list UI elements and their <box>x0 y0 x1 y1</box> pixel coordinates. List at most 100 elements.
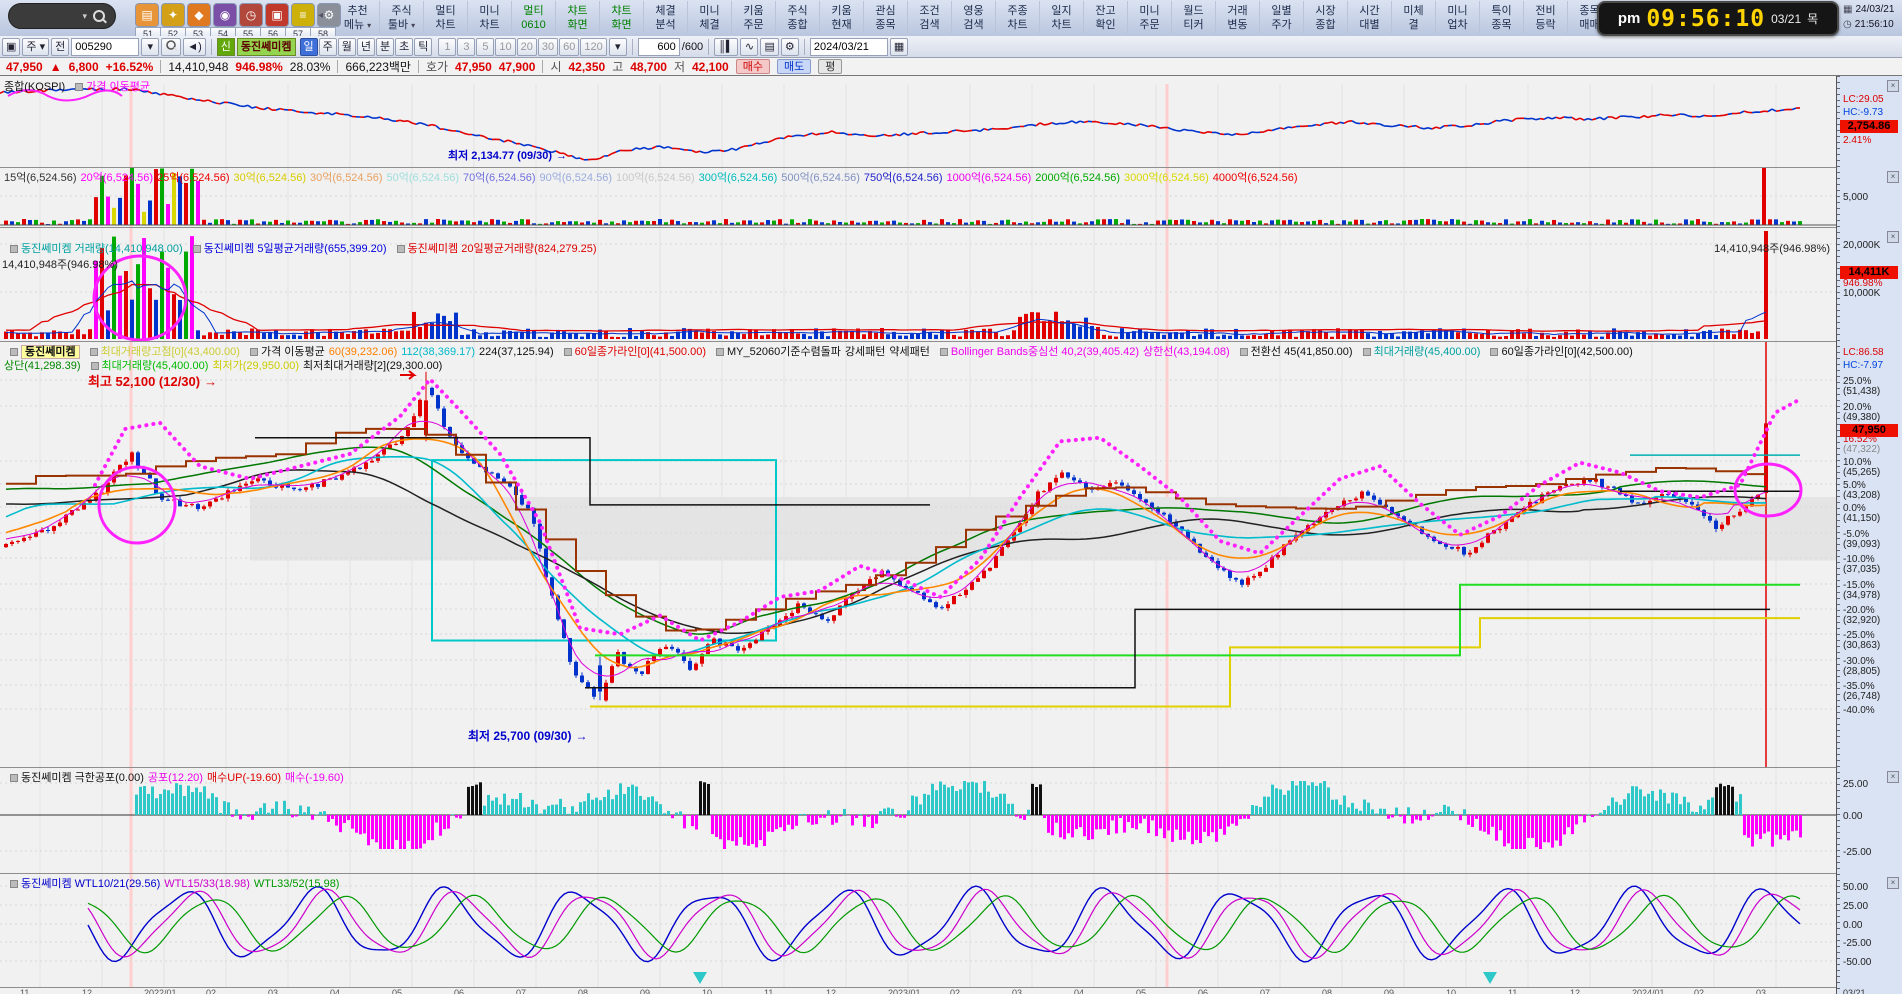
panel-close-icon[interactable]: × <box>1887 771 1899 783</box>
save-icon[interactable]: ▤ <box>135 3 159 27</box>
minute-dropdown-button[interactable]: ▾ <box>609 38 627 56</box>
speaker-button[interactable]: ◄) <box>183 38 206 56</box>
axis-label: 25.00 <box>1843 901 1868 912</box>
symbol-search-box[interactable]: ▾ <box>8 3 116 29</box>
menu-item-체결분석[interactable]: 체결 분석 <box>644 1 688 34</box>
chart-date-input[interactable] <box>810 38 888 56</box>
price-axis-gutter[interactable]: LC:29.05 HC:-9.73 2,754.86 2.41% LC:86.5… <box>1836 76 1902 994</box>
menu-item-추천메뉴[interactable]: 추천 메뉴 ▾ <box>336 1 380 34</box>
menu-item-키움현재[interactable]: 키움 현재 <box>820 1 864 34</box>
buy-button[interactable]: 매수 <box>736 59 770 74</box>
legend-item: 70억(6,524.56) <box>463 172 536 184</box>
camera-icon[interactable]: ◉ <box>213 3 237 27</box>
menu-item-미니체결[interactable]: 미니 체결 <box>688 1 732 34</box>
candle-style-button[interactable]: ║▍ <box>714 38 738 56</box>
period-button-분[interactable]: 분 <box>376 38 394 56</box>
menu-item-시간대별[interactable]: 시간 대별 <box>1348 1 1392 34</box>
save-chart-button[interactable]: ▤ <box>760 38 778 56</box>
panel-divider[interactable] <box>0 227 1902 228</box>
menu-item-챠트화면[interactable]: 챠트 화면 <box>600 1 644 34</box>
menu-item-거래변동[interactable]: 거래 변동 <box>1216 1 1260 34</box>
bar-count-input[interactable] <box>638 38 680 56</box>
menu-item-미니주문[interactable]: 미니 주문 <box>1128 1 1172 34</box>
menu-item-일별주가[interactable]: 일별 주가 <box>1260 1 1304 34</box>
panel-close-icon[interactable]: × <box>1887 171 1899 183</box>
menu-item-조건검색[interactable]: 조건 검색 <box>908 1 952 34</box>
code-search-button[interactable] <box>161 38 181 56</box>
clock-icon[interactable]: ◷ <box>239 3 263 27</box>
panel-divider[interactable] <box>0 873 1902 874</box>
monitor-icon[interactable]: ▣ <box>265 3 289 27</box>
date-calendar-button[interactable]: ▦ <box>890 38 908 56</box>
code-dropdown-button[interactable]: ▾ <box>141 38 159 56</box>
menu-item-주종차트[interactable]: 주종 차트 <box>996 1 1040 34</box>
menu-item-멀티0610[interactable]: 멀티 0610 <box>512 1 556 34</box>
menu-item-관심종목[interactable]: 관심 종목 <box>864 1 908 34</box>
key-icon[interactable]: ✦ <box>161 3 185 27</box>
calendar-icon: ▦ <box>1843 4 1852 15</box>
date-label: 11 <box>20 988 29 994</box>
panel-divider[interactable] <box>0 767 1902 768</box>
chevron-down-icon[interactable]: ▾ <box>82 11 87 22</box>
mode-combo[interactable]: 주 ▾ <box>22 38 49 56</box>
menu-item-일지차트[interactable]: 일지 차트 <box>1040 1 1084 34</box>
panel-divider[interactable] <box>0 341 1902 342</box>
axis-label: (43,208) <box>1843 490 1880 501</box>
minute-button-30[interactable]: 30 <box>538 38 558 56</box>
menu-item-멀티차트[interactable]: 멀티 차트 <box>424 1 468 34</box>
collapse-arrow-icon[interactable]: ◂ <box>318 10 323 21</box>
minute-button-3[interactable]: 3 <box>457 38 475 56</box>
menu-item-챠트화면[interactable]: 챠트 화면 <box>556 1 600 34</box>
date-axis: 11122022/0102030405060708091011122023/01… <box>0 987 1836 994</box>
prev-stock-button[interactable]: 전 <box>51 38 69 56</box>
minute-button-60[interactable]: 60 <box>559 38 579 56</box>
window-button[interactable]: ▣ <box>2 38 20 56</box>
date-label: 2024/01 <box>1632 988 1665 994</box>
menu-item-미니차트[interactable]: 미니 차트 <box>468 1 512 34</box>
menu-item-주식툴바[interactable]: 주식 툴바 ▾ <box>380 1 424 34</box>
time-value: 21:56:10 <box>1855 19 1894 30</box>
panel-divider[interactable] <box>0 167 1902 168</box>
avg-button[interactable]: 평 <box>818 59 842 74</box>
menu-item-월드티커[interactable]: 월드 티커 <box>1172 1 1216 34</box>
menu-item-주식종합[interactable]: 주식 종합 <box>776 1 820 34</box>
period-button-일[interactable]: 일 <box>300 38 318 56</box>
menu-item-영웅검색[interactable]: 영웅 검색 <box>952 1 996 34</box>
panel-close-icon[interactable]: × <box>1887 80 1899 92</box>
menu-item-시장종합[interactable]: 시장 종합 <box>1304 1 1348 34</box>
chart-settings-button[interactable]: ⚙ <box>781 38 799 56</box>
minute-button-10[interactable]: 10 <box>495 38 515 56</box>
search-icon[interactable] <box>93 10 105 22</box>
clock-widget[interactable]: pm 09:56:10 03/21 목 <box>1597 1 1839 36</box>
legend-marker <box>90 348 98 356</box>
period-button-틱[interactable]: 틱 <box>414 38 432 56</box>
menu-item-잔고확인[interactable]: 잔고 확인 <box>1084 1 1128 34</box>
legend-item: 15억(6,524.56) <box>4 172 77 184</box>
panel-close-icon[interactable]: × <box>1887 877 1899 889</box>
line-style-button[interactable]: ∿ <box>740 38 758 56</box>
minute-button-1[interactable]: 1 <box>438 38 456 56</box>
menu-item-미니업차[interactable]: 미니 업차 <box>1436 1 1480 34</box>
legend-item: 동진쎄미켐 5일평균거래량(655,399.20) <box>204 243 387 255</box>
period-button-초[interactable]: 초 <box>395 38 413 56</box>
menu-item-키움주문[interactable]: 키움 주문 <box>732 1 776 34</box>
menu-item-전비등락[interactable]: 전비 등락 <box>1524 1 1568 34</box>
period-button-주[interactable]: 주 <box>319 38 337 56</box>
menu-item-미체결[interactable]: 미체 결 <box>1392 1 1436 34</box>
minute-button-120[interactable]: 120 <box>580 38 606 56</box>
minute-button-20[interactable]: 20 <box>517 38 537 56</box>
main-panel-header-row2: 상단(41,298.39)최대거래량(45,400.00)최저가(29,950.… <box>4 357 446 373</box>
legend-item: 500억(6,524.56) <box>781 172 860 184</box>
memo-icon[interactable]: ≡ <box>291 3 315 27</box>
legend-item: 90억(6,524.56) <box>540 172 613 184</box>
sell-button[interactable]: 매도 <box>777 59 811 74</box>
chart-canvas[interactable] <box>0 76 1836 994</box>
panel-close-icon[interactable]: × <box>1887 231 1899 243</box>
lock-icon[interactable]: ◆ <box>187 3 211 27</box>
period-button-월[interactable]: 월 <box>338 38 356 56</box>
menu-item-특이종목[interactable]: 특이 종목 <box>1480 1 1524 34</box>
period-button-년[interactable]: 년 <box>357 38 375 56</box>
panel-divider[interactable] <box>0 987 1902 988</box>
minute-button-5[interactable]: 5 <box>476 38 494 56</box>
stock-code-input[interactable] <box>71 38 139 56</box>
